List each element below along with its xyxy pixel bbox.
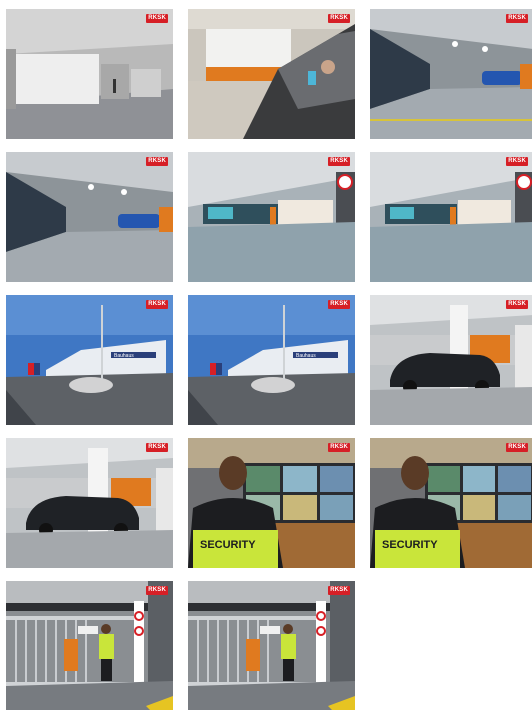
- security-guard-photo: SECURITY: [370, 438, 532, 568]
- vest-text: SECURITY: [382, 539, 438, 551]
- watermark-logo: RKSK: [506, 14, 528, 23]
- building-exterior-photo: Bauhaus: [188, 295, 355, 425]
- watermark-logo: RKSK: [146, 14, 168, 23]
- gallery-thumbnail[interactable]: RKSK: [188, 581, 355, 710]
- watermark-logo: RKSK: [506, 157, 528, 166]
- watermark-logo: RKSK: [506, 443, 528, 452]
- watermark-logo: RKSK: [328, 443, 350, 452]
- garage-aisle-photo: [370, 9, 532, 139]
- banner-text: Bauhaus: [114, 353, 134, 359]
- garage-aisle-photo: [6, 152, 173, 282]
- watermark-logo: RKSK: [146, 586, 168, 595]
- gallery-thumbnail[interactable]: Bauhaus RKSK: [188, 295, 355, 425]
- watermark-logo: RKSK: [146, 300, 168, 309]
- barrier-gate-photo: [188, 581, 355, 710]
- watermark-logo: RKSK: [146, 157, 168, 166]
- gallery-thumbnail[interactable]: SECURITY RKSK: [370, 438, 532, 568]
- gallery-thumbnail[interactable]: RKSK: [188, 152, 355, 282]
- vest-text: SECURITY: [200, 539, 256, 551]
- garage-photo: [6, 9, 173, 139]
- watermark-logo: RKSK: [328, 300, 350, 309]
- parked-suv-photo: [370, 295, 532, 425]
- watermark-logo: RKSK: [506, 300, 528, 309]
- banner-text: Bauhaus: [296, 353, 316, 359]
- building-exterior-photo: Bauhaus: [6, 295, 173, 425]
- gallery-thumbnail[interactable]: RKSK: [370, 152, 532, 282]
- garage-entrance-photo: [188, 152, 355, 282]
- gallery-thumbnail[interactable]: RKSK: [6, 581, 173, 710]
- gallery-thumbnail[interactable]: RKSK: [6, 438, 173, 568]
- parked-suv-photo: [6, 438, 173, 568]
- watermark-logo: RKSK: [328, 157, 350, 166]
- photo-gallery-grid: RKSK RKSK RKSK RKSK RKSK RKSK Bauhaus RK…: [6, 9, 532, 710]
- watermark-logo: RKSK: [146, 443, 168, 452]
- gallery-thumbnail[interactable]: Bauhaus RKSK: [6, 295, 173, 425]
- gallery-thumbnail[interactable]: SECURITY RKSK: [188, 438, 355, 568]
- garage-entrance-photo: [370, 152, 532, 282]
- security-guard-photo: SECURITY: [188, 438, 355, 568]
- gallery-thumbnail[interactable]: RKSK: [6, 9, 173, 139]
- gallery-thumbnail[interactable]: RKSK: [188, 9, 355, 139]
- gallery-thumbnail[interactable]: RKSK: [370, 9, 532, 139]
- watermark-logo: RKSK: [328, 14, 350, 23]
- gallery-thumbnail[interactable]: RKSK: [370, 295, 532, 425]
- barrier-gate-photo: [6, 581, 173, 710]
- watermark-logo: RKSK: [328, 586, 350, 595]
- car-driver-photo: [188, 9, 355, 139]
- gallery-thumbnail[interactable]: RKSK: [6, 152, 173, 282]
